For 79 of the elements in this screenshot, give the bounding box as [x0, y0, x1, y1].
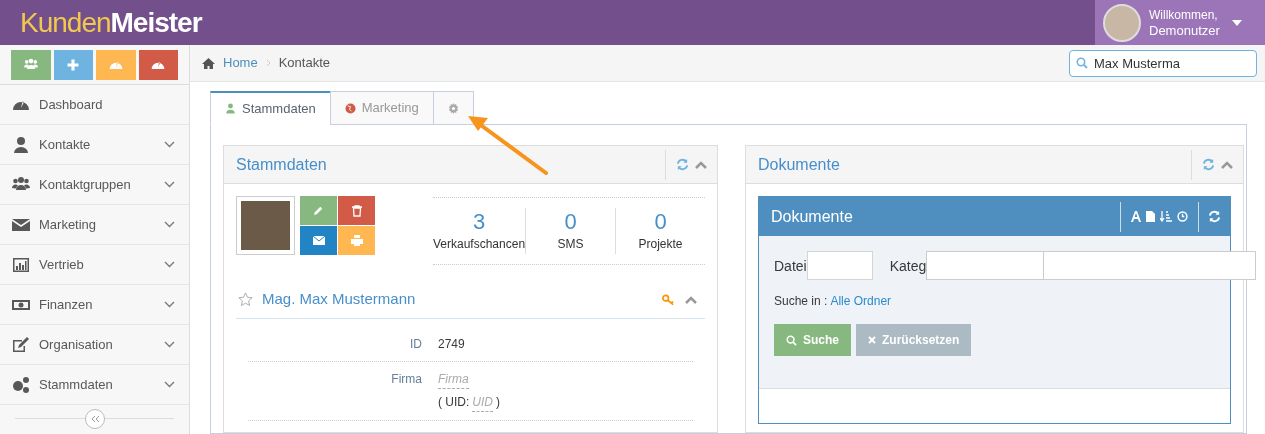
sidebar-item[interactable]: Finanzen	[0, 285, 189, 325]
uid-suffix: )	[496, 394, 500, 411]
collapse-icon[interactable]	[1221, 160, 1233, 169]
stat-label: Verkaufschancen	[433, 236, 526, 253]
contact-name: Mag. Max Mustermann	[262, 289, 416, 310]
refresh-icon[interactable]	[676, 158, 689, 171]
star-icon[interactable]	[238, 292, 253, 307]
search-icon	[786, 334, 797, 346]
print-button[interactable]	[338, 226, 375, 255]
delete-button[interactable]	[338, 196, 375, 225]
field-label: Firma	[390, 371, 423, 388]
email-button[interactable]	[300, 226, 337, 255]
bar-chart-icon	[12, 255, 30, 274]
shortcut-button[interactable]	[53, 49, 93, 80]
user-name: Demonutzer	[1149, 22, 1220, 38]
user-icon	[225, 103, 236, 114]
breadcrumb-current: Kontakte	[278, 54, 330, 73]
stat-label: Projekte	[638, 236, 683, 253]
sidebar-item[interactable]: Dashboard	[0, 85, 189, 125]
search-field[interactable]: Max Musterma	[1069, 49, 1257, 77]
edit-icon	[12, 335, 30, 354]
font-icon[interactable]	[1131, 211, 1141, 222]
envelope-icon	[312, 236, 325, 245]
caret-icon	[1231, 19, 1242, 26]
key-icon[interactable]	[662, 293, 675, 306]
sidebar-item[interactable]: Kontaktgruppen	[0, 165, 189, 205]
tab[interactable]	[432, 91, 474, 125]
folder-link[interactable]: Alle Ordner	[830, 292, 892, 310]
contact-photo	[236, 196, 295, 255]
collapse-sidebar-button[interactable]	[84, 409, 105, 429]
sidebar-item[interactable]: Kontakte	[0, 125, 189, 165]
pencil-icon	[313, 205, 324, 216]
category-input-field[interactable]	[926, 251, 1045, 280]
sort-icon[interactable]	[1160, 211, 1172, 222]
home-icon	[202, 57, 215, 69]
search-in-label: Suche in :	[774, 293, 828, 310]
collapse-icon[interactable]	[685, 295, 697, 304]
field-value: 2749	[438, 336, 465, 353]
welcome-text: Willkommen,	[1149, 7, 1219, 23]
category-input-field[interactable]	[1044, 251, 1257, 280]
plus-icon	[66, 57, 81, 72]
shortcut-button[interactable]	[138, 49, 178, 80]
stat-value: 0	[654, 209, 667, 235]
panel-title: Stammdaten	[236, 154, 327, 175]
close-icon	[868, 336, 876, 344]
stat-value: 0	[564, 209, 577, 235]
logo-text: Kunden	[20, 6, 111, 38]
stat-value: 3	[472, 209, 486, 235]
shortcut-button[interactable]	[96, 49, 136, 80]
tab[interactable]: Stammdaten	[210, 91, 331, 125]
uid-prefix: ( UID:	[438, 394, 470, 411]
file-icon[interactable]	[1146, 211, 1155, 222]
stat-label: SMS	[557, 236, 584, 253]
chevron-right-icon	[265, 59, 271, 67]
sidebar-item[interactable]: Organisation	[0, 325, 189, 365]
sidebar-item[interactable]: Vertrieb	[0, 245, 189, 285]
sidebar-item[interactable]: Marketing	[0, 205, 189, 245]
user-icon	[12, 135, 30, 154]
field-label: ID	[409, 336, 423, 353]
search-icon	[1076, 56, 1088, 69]
printer-icon	[350, 235, 363, 246]
field-label: Kateg	[889, 257, 927, 276]
user-menu[interactable]: Willkommen, Demonutzer	[1095, 0, 1265, 45]
clock-icon[interactable]	[1177, 211, 1188, 222]
sidebar-item[interactable]: Stammdaten	[0, 365, 189, 405]
panel-title: Dokumente	[758, 154, 840, 175]
group-icon	[23, 57, 38, 72]
globe-icon	[344, 102, 356, 114]
avatar-placeholder	[1103, 3, 1141, 42]
double-chevron-left-icon	[89, 415, 100, 423]
collapse-icon[interactable]	[695, 160, 707, 169]
refresh-icon[interactable]	[1202, 158, 1215, 171]
logo-text: Meister	[110, 6, 202, 38]
widget-title: Dokumente	[771, 206, 853, 227]
file-input-field[interactable]	[806, 251, 873, 280]
settings-icon	[447, 102, 459, 114]
field-label: Datei	[774, 257, 807, 276]
shortcut-button[interactable]	[11, 49, 51, 80]
trash-icon	[351, 204, 362, 217]
